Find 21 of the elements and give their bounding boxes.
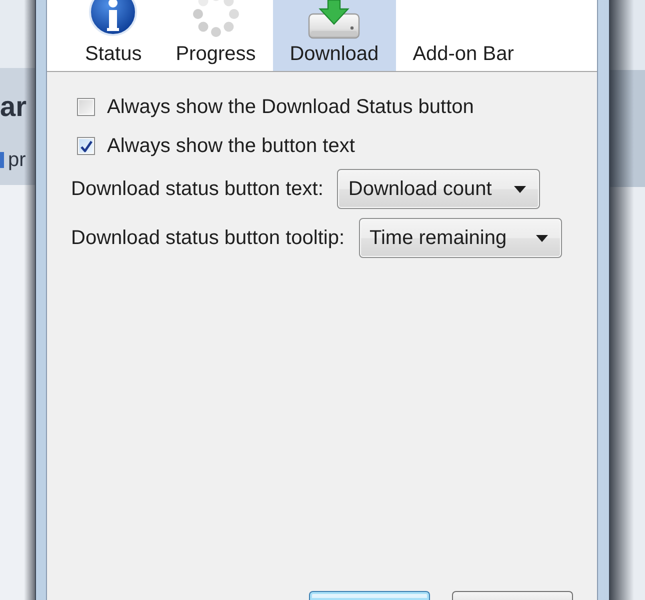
background-text: pr [8, 149, 26, 171]
partial-icon [0, 152, 4, 168]
checkmark-icon [80, 140, 92, 152]
tab[interactable]: Download [272, 0, 396, 71]
caret-icon [536, 234, 548, 242]
dialog-button[interactable] [309, 591, 430, 600]
checkbox[interactable] [77, 137, 95, 155]
dropdown[interactable]: Download count [337, 169, 540, 209]
tab[interactable]: Add-on Bar [396, 0, 531, 71]
checkbox-label: Always show the Download Status button [107, 95, 474, 119]
checkbox[interactable] [77, 98, 95, 116]
dialog-button[interactable] [452, 591, 573, 600]
background-title: ar [0, 93, 26, 121]
caret-icon [514, 186, 526, 192]
field-label: Download status button text: [71, 177, 324, 201]
dropdown[interactable]: Time remaining [358, 218, 562, 258]
tab[interactable]: Progress [158, 0, 273, 71]
tab[interactable]: Status [68, 0, 159, 71]
drive-icon [307, 0, 362, 40]
checkbox-label: Always show the button text [107, 134, 355, 158]
field-label: Download status button tooltip: [71, 226, 345, 250]
